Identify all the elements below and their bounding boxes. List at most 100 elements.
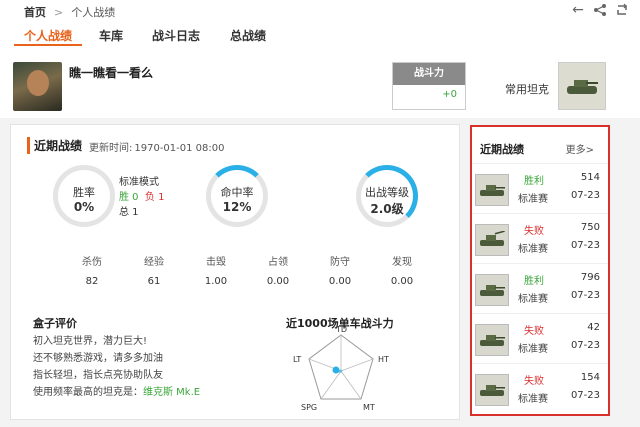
battle-score: 154	[580, 372, 600, 383]
mode-total-count: 总 1	[119, 207, 139, 218]
radar-chart: TD HT MT SPG LT	[281, 325, 401, 417]
evaluation-text: 初入坦克世界，潜力巨大! 还不够熟悉游戏，请多多加油 指长轻坦，指长点亮协助队友…	[33, 333, 200, 401]
battle-score: 514	[580, 172, 600, 183]
battle-mode: 标准赛	[518, 194, 548, 205]
stat-value: 82	[85, 276, 99, 287]
radar-axis-spg: SPG	[301, 403, 318, 412]
battle-row[interactable]: 胜利 标准赛 796 07-23	[472, 263, 608, 313]
battle-mode: 标准赛	[518, 244, 548, 255]
stat-label: 防守	[330, 257, 350, 268]
battle-score: 42	[587, 322, 600, 333]
battle-result: 胜利	[524, 276, 544, 287]
favorite-tank-icon[interactable]	[558, 62, 606, 110]
battle-date: 07-23	[570, 340, 600, 351]
more-link[interactable]: 更多>	[566, 141, 594, 156]
battle-result: 失败	[524, 226, 544, 237]
stat-kills: 击毁 1.00	[185, 253, 247, 287]
update-time-label: 更新时间:	[89, 143, 133, 154]
battle-result: 胜利	[524, 176, 544, 187]
mode-name: 标准模式	[119, 177, 159, 188]
breadcrumb-current: 个人战绩	[71, 6, 116, 19]
battle-tier-value: 2.0级	[370, 202, 404, 216]
power-value: +0	[442, 89, 457, 100]
mode-summary: 标准模式 胜 0 负 1 总 1	[119, 175, 164, 220]
battle-result: 失败	[524, 376, 544, 387]
evaluation-line: 初入坦克世界，潜力巨大!	[33, 336, 148, 347]
player-nickname: 瞧一瞧看一看么	[69, 66, 154, 80]
stat-capture: 占领 0.00	[247, 253, 309, 287]
power-box: 战斗力 +0	[392, 62, 466, 110]
radar-axis-ht: HT	[378, 355, 389, 364]
recent-record-title: 近期战绩	[27, 137, 82, 154]
evaluation-line: 指长轻坦，指长点亮协助队友	[33, 370, 163, 381]
evaluation-title: 盒子评价	[33, 317, 77, 330]
battle-row[interactable]: 失败 标准赛 42 07-23	[472, 313, 608, 363]
tab-personal-record[interactable]: 个人战绩	[14, 24, 82, 46]
stats-row: 杀伤 82 经验 61 击毁 1.00 占领 0.00 防守 0.00 发现 0.00	[61, 253, 433, 287]
tab-bar: 个人战绩 车库 战斗日志 总战绩	[14, 24, 284, 46]
battle-result: 失败	[524, 326, 544, 337]
radar-axis-lt: LT	[293, 355, 302, 364]
stat-experience: 经验 61	[123, 253, 185, 287]
stat-value: 0.00	[328, 276, 352, 287]
share-icon[interactable]	[592, 2, 608, 18]
evaluation-favorite-tank[interactable]: 维克斯 Mk.E	[143, 387, 200, 398]
recent-record-panel: 近期战绩 更新时间: 1970-01-01 08:00 胜率 0% 标准模式 胜 …	[10, 124, 460, 420]
stat-label: 发现	[392, 257, 412, 268]
refresh-icon[interactable]	[614, 2, 630, 18]
battle-row[interactable]: 胜利 标准赛 514 07-23	[472, 163, 608, 213]
mode-lose-count: 负 1	[144, 192, 165, 203]
top-bar: 首页 > 个人战绩 ← 个人战绩 车库 战斗日志 总战绩	[0, 0, 640, 48]
battle-date: 07-23	[570, 290, 600, 301]
top-icons: ←	[570, 2, 630, 18]
battle-score: 796	[580, 272, 600, 283]
tab-garage[interactable]: 车库	[82, 24, 140, 46]
tank-thumbnail-icon	[475, 274, 509, 306]
profile-header: 瞧一瞧看一看么 战斗力 +0 常用坦克	[0, 48, 640, 118]
win-rate-label: 胜率	[73, 186, 95, 199]
update-time-value: 1970-01-01 08:00	[134, 143, 225, 154]
tank-thumbnail-icon	[475, 374, 509, 406]
battle-row[interactable]: 失败 标准赛 154 07-23	[472, 363, 608, 413]
stat-label: 经验	[144, 257, 164, 268]
stat-value: 1.00	[204, 276, 228, 287]
battle-score: 750	[580, 222, 600, 233]
hit-rate-ring: 命中率 12%	[206, 165, 268, 227]
battle-mode: 标准赛	[518, 394, 548, 405]
breadcrumb-home[interactable]: 首页	[24, 4, 46, 20]
battle-date: 07-23	[570, 390, 600, 401]
hit-rate-label: 命中率	[220, 186, 254, 199]
evaluation-favorite-prefix: 使用频率最高的坦克是：	[33, 387, 143, 398]
tank-thumbnail-icon	[475, 174, 509, 206]
evaluation-favorite: 使用频率最高的坦克是：维克斯 Mk.E	[33, 384, 200, 401]
update-time: 更新时间: 1970-01-01 08:00	[89, 139, 225, 154]
stat-defense: 防守 0.00	[309, 253, 371, 287]
tab-total-record[interactable]: 总战绩	[212, 24, 284, 46]
recent-battles-title: 近期战绩	[480, 143, 524, 156]
radar-graphic	[308, 334, 374, 400]
power-label: 战斗力	[393, 63, 465, 85]
breadcrumb: 首页 > 个人战绩	[24, 4, 115, 20]
tank-thumbnail-icon	[475, 224, 509, 256]
avatar	[13, 62, 62, 111]
battle-tier-ring: 出战等级 2.0级	[356, 165, 418, 227]
stat-label: 占领	[268, 257, 288, 268]
battle-date: 07-23	[570, 240, 600, 251]
stat-value: 0.00	[390, 276, 414, 287]
back-arrow-icon[interactable]: ←	[570, 2, 586, 18]
stat-label: 杀伤	[82, 257, 102, 268]
stat-spotted: 发现 0.00	[371, 253, 433, 287]
battle-tier-label: 出战等级	[365, 186, 409, 199]
battle-row[interactable]: 失败 标准赛 750 07-23	[472, 213, 608, 263]
hit-rate-value: 12%	[222, 200, 252, 214]
win-rate-value: 0%	[73, 200, 95, 214]
tank-thumbnail-icon	[475, 324, 509, 356]
battle-date: 07-23	[570, 190, 600, 201]
tab-battle-log[interactable]: 战斗日志	[140, 24, 212, 46]
battle-mode: 标准赛	[518, 344, 548, 355]
radar-axis-mt: MT	[363, 403, 375, 412]
stat-value: 0.00	[266, 276, 290, 287]
stat-damage: 杀伤 82	[61, 253, 123, 287]
battle-mode: 标准赛	[518, 294, 548, 305]
breadcrumb-separator: >	[54, 5, 64, 19]
